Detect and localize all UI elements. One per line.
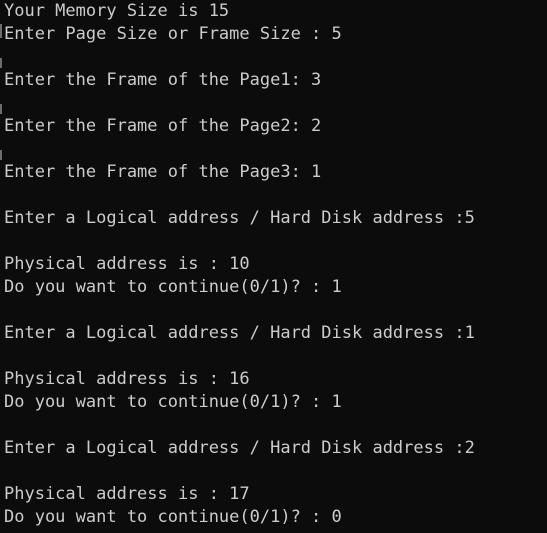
console-output: Your Memory Size is 15 Enter Page Size o…: [0, 0, 547, 533]
console-line: Physical address is : 17: [4, 484, 250, 504]
console-line: Enter the Frame of the Page1: 3: [4, 70, 322, 90]
window-edge-tick: [0, 150, 2, 160]
console-line: Physical address is : 16: [4, 369, 250, 389]
console-line: Enter a Logical address / Hard Disk addr…: [4, 438, 475, 458]
console-line: Enter the Frame of the Page3: 1: [4, 162, 322, 182]
console-line: Enter Page Size or Frame Size : 5: [4, 24, 342, 44]
console-line: Enter a Logical address / Hard Disk addr…: [4, 323, 475, 343]
window-edge-tick: [0, 24, 2, 38]
console-line: Do you want to continue(0/1)? : 1: [4, 392, 342, 412]
console-line: Enter a Logical address / Hard Disk addr…: [4, 208, 475, 228]
window-edge-tick: [0, 58, 2, 68]
console-line: Do you want to continue(0/1)? : 0: [4, 507, 342, 527]
window-edge-tick: [0, 104, 2, 114]
console-line: Physical address is : 10: [4, 254, 250, 274]
console-line: Enter the Frame of the Page2: 2: [4, 116, 322, 136]
console-line: Your Memory Size is 15: [4, 1, 230, 21]
console-line: Do you want to continue(0/1)? : 1: [4, 277, 342, 297]
